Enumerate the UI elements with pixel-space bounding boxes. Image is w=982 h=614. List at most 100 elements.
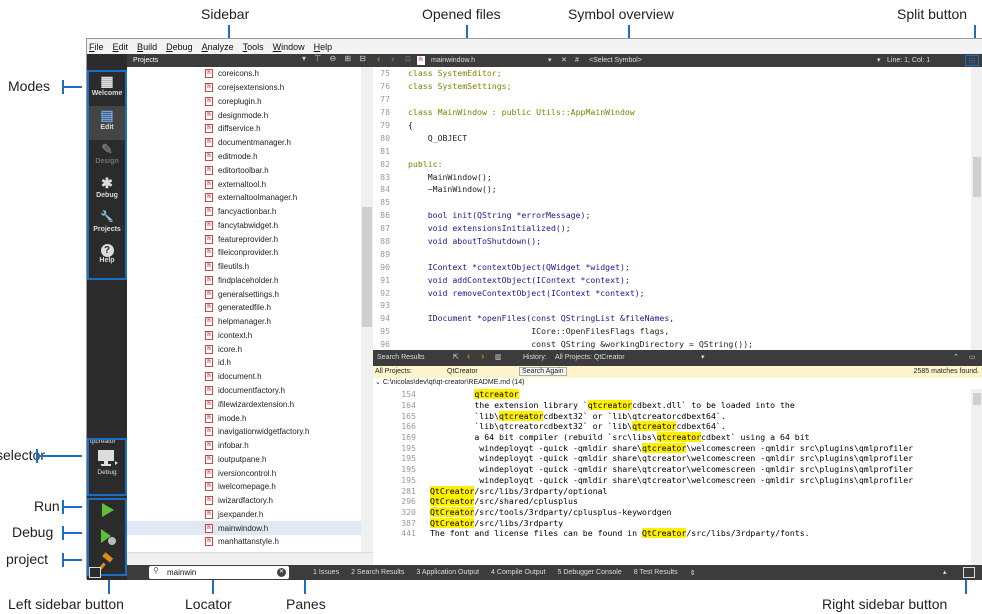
pane-debugger-console[interactable]: 5 Debugger Console xyxy=(558,569,622,577)
search-result-row[interactable]: 387 QtCreator/src/libs/3rdparty xyxy=(373,517,971,528)
menu-edit[interactable]: Edit xyxy=(113,42,129,52)
file-list-item[interactable]: h coreicons.h xyxy=(127,67,361,81)
search-result-row[interactable]: 195 windeployqt -quick -qmldir share\qtc… xyxy=(373,442,971,453)
file-list-item[interactable]: h externaltoolmanager.h xyxy=(127,191,361,205)
maximize-pane-icon[interactable]: ▭ xyxy=(969,353,976,361)
search-result-row[interactable]: 154 qtcreator xyxy=(373,389,971,400)
search-result-row[interactable]: 195 windeployqt -quick -qmldir share\qtc… xyxy=(373,475,971,486)
search-scrollbar[interactable] xyxy=(971,389,982,565)
editor-scrollbar[interactable] xyxy=(971,67,982,350)
menu-tools[interactable]: Tools xyxy=(243,42,264,52)
file-list-item[interactable]: h generalsettings.h xyxy=(127,287,361,301)
search-result-row[interactable]: 296 QtCreator/src/shared/cplusplus xyxy=(373,496,971,507)
cursor-position[interactable]: Line: 1, Col: 1 xyxy=(887,57,930,64)
file-list-item[interactable]: h imode.h xyxy=(127,411,361,425)
search-again-button[interactable]: Search Again xyxy=(519,367,567,376)
file-list-item[interactable]: h infobar.h xyxy=(127,439,361,453)
pane-test-results[interactable]: 8 Test Results xyxy=(634,569,678,577)
tree-collapse-icon[interactable]: ⌄ xyxy=(375,379,383,386)
symbol-dropdown-icon[interactable]: ▾ xyxy=(877,56,881,64)
file-list-item[interactable]: h helpmanager.h xyxy=(127,315,361,329)
file-list-item[interactable]: h featureprovider.h xyxy=(127,232,361,246)
file-list-item[interactable]: h iwelcomepage.h xyxy=(127,480,361,494)
search-result-row[interactable]: 441 The font and license files can be fou… xyxy=(373,528,971,539)
file-list-item[interactable]: h fileutils.h xyxy=(127,260,361,274)
file-list-item[interactable]: h generatedfile.h xyxy=(127,301,361,315)
right-sidebar-button[interactable] xyxy=(963,567,975,578)
file-list-item[interactable]: h documentmanager.h xyxy=(127,136,361,150)
search-scroll-thumb[interactable] xyxy=(973,393,981,405)
sidebar-scroll-thumb[interactable] xyxy=(362,207,372,327)
close-file-icon[interactable]: ✕ xyxy=(561,56,567,64)
file-list-item[interactable]: h externaltool.h xyxy=(127,177,361,191)
menu-file[interactable]: File xyxy=(89,42,104,52)
back-arrow-icon[interactable]: ‹ xyxy=(377,54,380,66)
split-button[interactable]: ⊟ xyxy=(965,55,979,66)
file-list-item[interactable]: h editmode.h xyxy=(127,150,361,164)
editor-scroll-thumb[interactable] xyxy=(973,157,981,197)
file-list-item[interactable]: h fancyactionbar.h xyxy=(127,205,361,219)
prev-match-icon[interactable]: ‹ xyxy=(467,351,470,362)
file-list-item[interactable]: h idocument.h xyxy=(127,370,361,384)
menu-window[interactable]: Window xyxy=(273,42,305,52)
clear-locator-icon[interactable]: ✕ xyxy=(277,568,286,577)
locator-input[interactable]: mainwin xyxy=(167,568,196,577)
expand-all-icon[interactable]: ⇱ xyxy=(453,353,459,361)
search-result-row[interactable]: 164 the extension library ` qtcreator cdbe… xyxy=(373,400,971,411)
pane-search-results[interactable]: 2 Search Results xyxy=(351,569,404,577)
menu-build[interactable]: Build xyxy=(137,42,157,52)
file-list-item[interactable]: h icore.h xyxy=(127,342,361,356)
menu-debug[interactable]: Debug xyxy=(166,42,193,52)
pane-compile-output[interactable]: 4 Compile Output xyxy=(491,569,545,577)
search-result-row[interactable]: 169 a 64 bit compiler (rebuild `src\libs… xyxy=(373,432,971,443)
file-list-item[interactable]: h corejsextensions.h xyxy=(127,81,361,95)
menu-analyze[interactable]: Analyze xyxy=(202,42,234,52)
file-list-item[interactable]: h findplaceholder.h xyxy=(127,273,361,287)
next-match-icon[interactable]: › xyxy=(481,351,484,362)
file-list-item[interactable]: h designmode.h xyxy=(127,108,361,122)
file-list-item[interactable]: h jsexpander.h xyxy=(127,508,361,522)
collapse-pane-icon[interactable]: ⌃ xyxy=(953,353,959,361)
file-list-item[interactable]: h iwizardfactory.h xyxy=(127,494,361,508)
filter-icon[interactable]: ▥ xyxy=(495,353,502,361)
forward-arrow-icon[interactable]: › xyxy=(391,54,394,66)
pane-application-output[interactable]: 3 Application Output xyxy=(416,569,479,577)
history-dropdown-icon[interactable]: ▾ xyxy=(701,353,705,361)
menu-help[interactable]: Help xyxy=(314,42,333,52)
symbol-selector[interactable]: <Select Symbol> xyxy=(589,57,642,64)
opened-files-dropdown-icon[interactable]: ▾ xyxy=(548,56,552,64)
output-expand-icon[interactable]: ▴ xyxy=(943,568,947,576)
sidebar-tools[interactable]: ▾ ⊤ ⊖ ⊞ ⊟ xyxy=(302,54,369,63)
history-select[interactable]: All Projects: QtCreator xyxy=(555,354,625,361)
file-list-item[interactable]: h diffservice.h xyxy=(127,122,361,136)
file-list-item[interactable]: h coreplugin.h xyxy=(127,95,361,109)
opened-file-name[interactable]: mainwindow.h xyxy=(431,57,475,64)
file-list-item[interactable]: h fancytabwidget.h xyxy=(127,218,361,232)
search-result-row[interactable]: 195 windeployqt -quick -qmldir share\qtc… xyxy=(373,464,971,475)
file-list-item[interactable]: h ioutputpane.h xyxy=(127,452,361,466)
file-list-item[interactable]: h editortoolbar.h xyxy=(127,163,361,177)
search-result-row[interactable]: 166 `lib\qtcreatorcdbext32` or `lib\ qtcr… xyxy=(373,421,971,432)
file-list-item[interactable]: h fileiconprovider.h xyxy=(127,246,361,260)
file-list-item[interactable]: h manhattanstyle.h xyxy=(127,535,361,549)
sidebar-hscrollbar[interactable] xyxy=(127,552,373,565)
file-list-item[interactable]: h idocumentfactory.h xyxy=(127,384,361,398)
result-file-header[interactable]: ⌄ C:\nicolas\dev\qt\qt-creator\README.md… xyxy=(373,378,982,389)
search-result-row[interactable]: 165 `lib\ qtcreator cdbext32` or `lib\qtcr… xyxy=(373,410,971,421)
code-view[interactable]: 75 class SystemEditor; 76 class SystemSetti… xyxy=(373,67,971,350)
search-result-row[interactable]: 281 QtCreator/src/libs/3rdparty/optional xyxy=(373,485,971,496)
pane-issues[interactable]: 1 Issues xyxy=(313,569,339,577)
file-list-item[interactable]: h mainwindow.h xyxy=(127,521,361,536)
sidebar-scrollbar[interactable] xyxy=(361,67,373,552)
file-list-item[interactable]: h iversioncontrol.h xyxy=(127,466,361,480)
pane-more-icon[interactable]: ⇕ xyxy=(690,569,696,577)
sidebar-title[interactable]: Projects xyxy=(133,57,158,64)
search-result-row[interactable]: 320 QtCreator/src/tools/3rdparty/cplusplu… xyxy=(373,506,971,518)
file-list-item[interactable]: h icontext.h xyxy=(127,329,361,343)
file-list-item[interactable]: h inavigationwidgetfactory.h xyxy=(127,425,361,439)
search-result-row[interactable]: 195 windeployqt -quick -qmldir share\qtc… xyxy=(373,453,971,464)
locator[interactable]: ⚲ mainwin ✕ xyxy=(149,566,289,579)
file-list-item[interactable]: h id.h xyxy=(127,356,361,370)
left-sidebar-button[interactable] xyxy=(89,567,101,578)
file-list-item[interactable]: h ifilewizardextension.h xyxy=(127,397,361,411)
